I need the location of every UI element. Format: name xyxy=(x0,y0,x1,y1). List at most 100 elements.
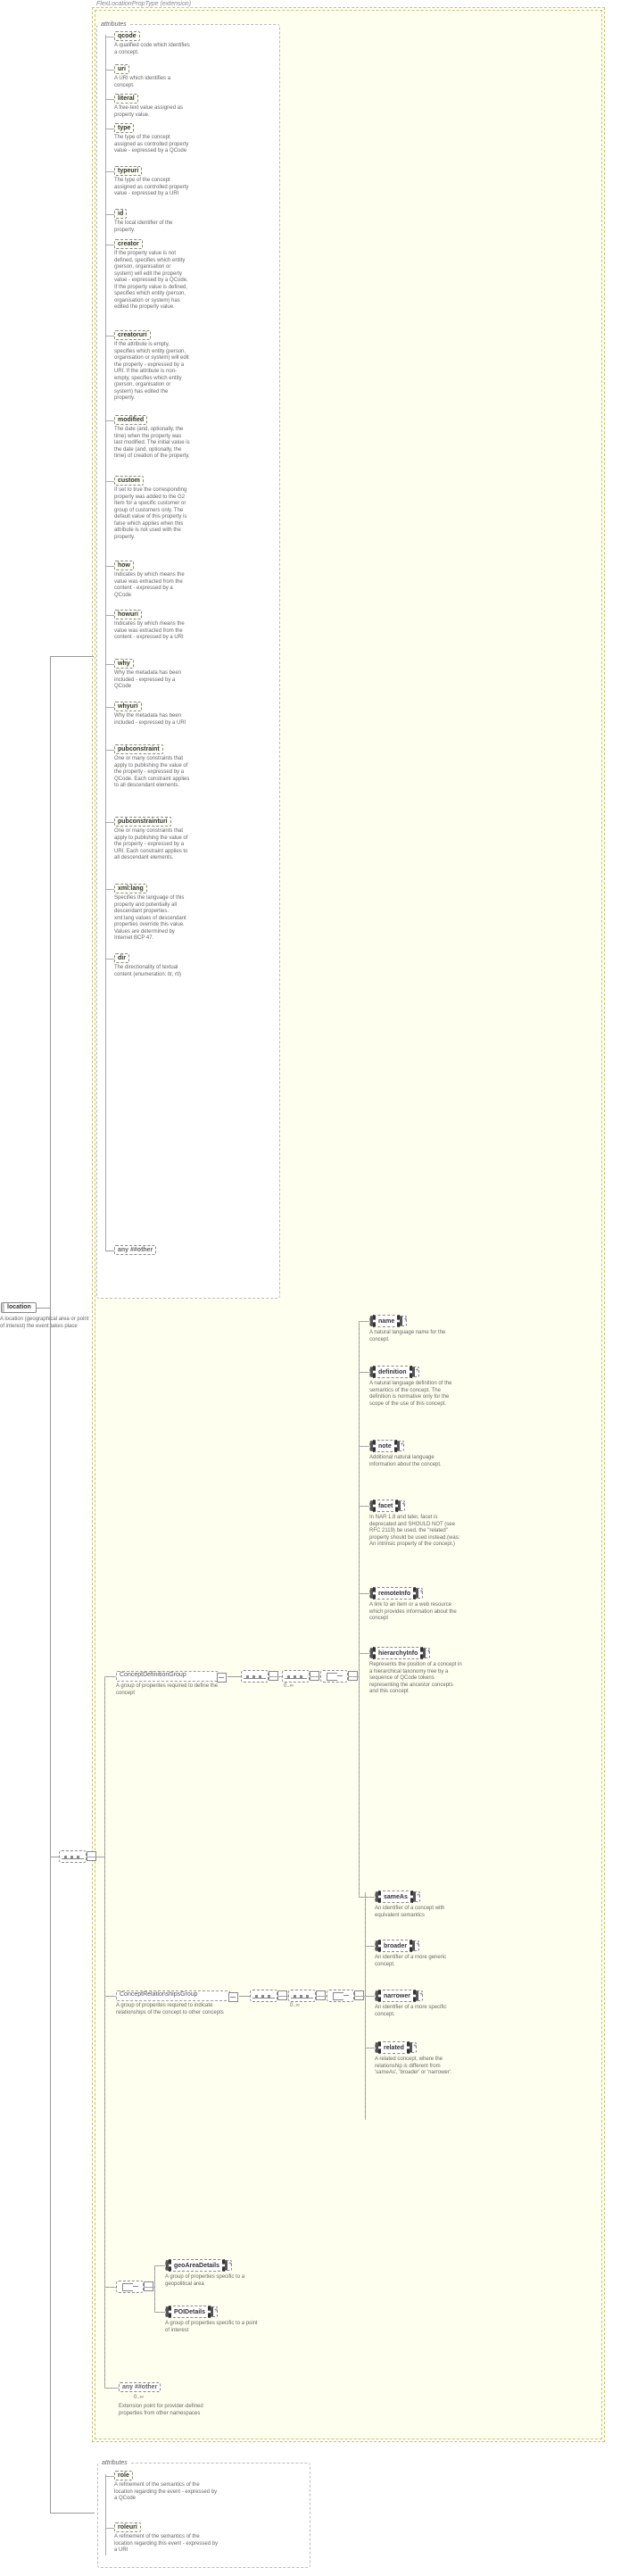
connector xyxy=(154,2265,165,2266)
occ-cdg: 0..∞ xyxy=(284,1683,294,1689)
attr-vline-2 xyxy=(105,2474,106,2555)
connector xyxy=(310,1676,320,1677)
elem-note[interactable]: note xyxy=(369,1441,404,1451)
elem-remoteinfo[interactable]: remoteInfo xyxy=(369,1588,423,1599)
connector xyxy=(228,1676,241,1677)
attr-whyuri: whyuri Why the metadata has been include… xyxy=(114,702,190,711)
elem-name[interactable]: name xyxy=(369,1316,407,1326)
connector xyxy=(354,1996,365,1997)
connector xyxy=(104,1996,116,1997)
elem-geoareadetails[interactable]: geoAreaDetails xyxy=(165,2260,232,2271)
attr-how: how Indicates by which means the value w… xyxy=(114,561,190,570)
sequence-root[interactable] xyxy=(59,1850,87,1863)
elem-broader-desc: An identifier of a more generic concept. xyxy=(375,1955,464,1968)
elem-hierarchyinfo-desc: Represents the position of a concept in … xyxy=(369,1662,463,1696)
elem-facet[interactable]: facet xyxy=(369,1500,405,1511)
connector xyxy=(277,1996,288,1997)
connector xyxy=(50,656,94,657)
connector xyxy=(37,1308,50,1309)
elem-hierarchyinfo[interactable]: hierarchyInfo xyxy=(369,1648,430,1658)
connector xyxy=(50,656,51,2513)
elem-sameas[interactable]: sameAs xyxy=(375,1891,420,1902)
elem-poidetails[interactable]: POIDetails xyxy=(165,2306,218,2317)
elem-related[interactable]: related xyxy=(375,2042,417,2053)
attr-vline xyxy=(105,35,106,1251)
any-other-occ: 0..∞ xyxy=(134,2395,144,2400)
group-concept-definition-desc: A group of properites required to define… xyxy=(116,1683,219,1697)
any-other-desc: Extension point for provider-defined pro… xyxy=(119,2404,217,2417)
root-element-location[interactable]: location xyxy=(1,1302,37,1313)
attr-howuri: howuri Indicates by which means the valu… xyxy=(114,610,190,619)
attr-creator: creator If the property value is not def… xyxy=(114,239,190,249)
connector xyxy=(104,2388,119,2389)
attr-uri: uri A URI which identifies a concept. xyxy=(114,64,190,74)
choice-cdg[interactable] xyxy=(320,1670,348,1683)
attr-id: id The local identifier of the property. xyxy=(114,209,190,219)
elem-sameas-desc: An identifier of a concept with equivale… xyxy=(375,1906,464,1919)
occ-crg: 0..∞ xyxy=(290,2003,300,2008)
sequence-cdg-inner[interactable] xyxy=(282,1670,310,1683)
connector xyxy=(365,1892,366,2120)
any-other-attr: any ##other xyxy=(114,1245,156,1255)
elem-facet-desc: In NAR 1.8 and later, facet is deprecate… xyxy=(369,1515,463,1549)
elem-remoteinfo-desc: A link to an item or a web resource whic… xyxy=(369,1602,463,1623)
connector xyxy=(359,1321,360,1897)
attr-literal: literal A free-text value assigned as pr… xyxy=(114,94,190,104)
elem-name-desc: A natural language name for the concept. xyxy=(369,1330,459,1343)
elem-note-desc: Additional natural language information … xyxy=(369,1455,459,1468)
attr-xml-lang: xml:lang Specifies the language of this … xyxy=(114,884,190,893)
connector xyxy=(365,1946,375,1947)
connector xyxy=(359,1372,369,1373)
connector xyxy=(316,1996,327,1997)
connector xyxy=(365,1996,375,1997)
choice-geo-poi[interactable] xyxy=(116,2281,144,2293)
connector xyxy=(269,1676,282,1677)
canvas: FlexLocationPropType (extension) locatio… xyxy=(0,0,629,2576)
elem-narrower-desc: An identifier of a more specific concept… xyxy=(375,2005,464,2018)
any-other-elem: any ##other xyxy=(119,2382,161,2392)
connector xyxy=(154,2312,165,2313)
connector xyxy=(359,1897,375,1898)
connector xyxy=(359,1506,369,1507)
connector xyxy=(144,2287,154,2288)
attr-type: type The type of the concept assigned as… xyxy=(114,123,190,133)
group-crg-desc: A group of properites required to indica… xyxy=(116,2003,228,2016)
elem-related-desc: A related concept, where the relationshi… xyxy=(375,2057,464,2077)
group-concept-relationships[interactable]: ConceptRelationshipsGroup xyxy=(116,1990,230,2001)
attr-roleuri: roleuri A refinement of the semantics of… xyxy=(114,2522,221,2532)
attr-dir: dir The directionality of textual conten… xyxy=(114,953,190,963)
attr-why: why Why the metadata has been included -… xyxy=(114,659,190,669)
connector xyxy=(104,1676,116,1677)
attr-modified: modified The date (and, optionally, the … xyxy=(114,415,190,425)
sequence-cdg-outer[interactable] xyxy=(241,1670,269,1683)
attr-typeuri: typeuri The type of the concept assigned… xyxy=(114,166,190,176)
connector xyxy=(50,2513,95,2514)
connector xyxy=(154,2265,155,2312)
sequence-crg-outer[interactable] xyxy=(250,1990,277,2002)
elem-broader[interactable]: broader xyxy=(375,1940,419,1951)
connector xyxy=(359,1593,369,1594)
attributes-panel-title: attributes xyxy=(99,21,128,28)
connector xyxy=(104,1676,105,2388)
connector xyxy=(104,2287,116,2288)
attr-qcode: qcode A qualified code which identifies … xyxy=(114,31,190,41)
sequence-crg-inner[interactable] xyxy=(288,1990,316,2002)
connector xyxy=(359,1653,369,1654)
attr-pubconstrainturi: pubconstrainturi One or many constraints… xyxy=(114,817,190,827)
group-concept-definition[interactable]: ConceptDefinitionGroup xyxy=(116,1671,219,1682)
connector xyxy=(359,1446,369,1447)
extension-title: FlexLocationPropType (extension) xyxy=(96,1,191,7)
elem-geoareadetails-desc: A group of properties specific to a geop… xyxy=(165,2274,263,2288)
connector xyxy=(239,1996,250,1997)
elem-narrower[interactable]: narrower xyxy=(375,1990,423,2001)
elem-definition[interactable]: definition xyxy=(369,1367,419,1377)
attr-role: role A refinement of the semantics of th… xyxy=(114,2471,221,2480)
choice-crg[interactable] xyxy=(327,1990,354,2002)
elem-definition-desc: A natural language definition of the sem… xyxy=(369,1381,459,1408)
root-element-desc: A location (geographical area or point o… xyxy=(0,1317,94,1330)
connector xyxy=(348,1676,359,1677)
elem-poidetails-desc: A group of properties specific to a poin… xyxy=(165,2321,263,2334)
attr-custom: custom If set to true the corresponding … xyxy=(114,476,190,486)
attributes-panel-2-title: attributes xyxy=(100,2460,129,2466)
attr-creatoruri: creatoruri If the attribute is empty, sp… xyxy=(114,330,190,340)
